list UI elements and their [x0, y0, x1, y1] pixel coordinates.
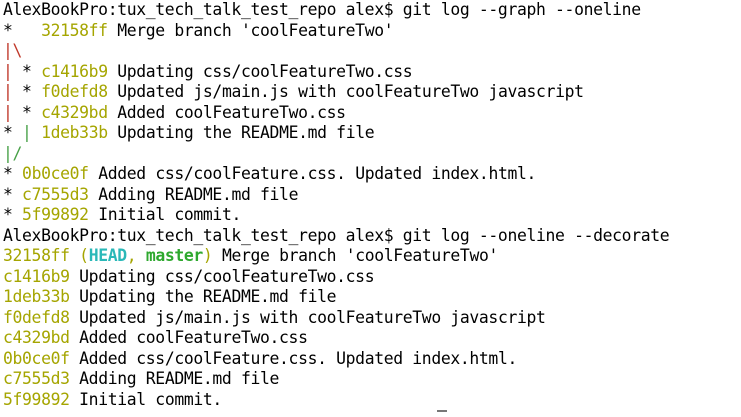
output-text: Updating the README.md file [107, 123, 375, 142]
commit-hash: 0b0ce0f [22, 164, 89, 183]
terminal-line: | * c4329bd Added coolFeatureTwo.css [3, 103, 669, 124]
terminal-line: 32158ff (HEAD, master) Merge branch 'coo… [3, 246, 669, 267]
output-text: Merge branch 'coolFeatureTwo' [212, 246, 498, 265]
terminal-line: * 5f99892 Initial commit. [3, 205, 669, 226]
terminal-line: c1416b9 Updating css/coolFeatureTwo.css [3, 267, 669, 288]
text-cursor [437, 410, 447, 412]
output-text: Added coolFeatureTwo.css [69, 328, 308, 347]
output-text: Adding README.md file [88, 184, 299, 204]
terminal-output: AlexBookPro:tux_tech_talk_test_repo alex… [3, 0, 670, 411]
output-text: Updating the README.md file [69, 287, 337, 306]
output-text: AlexBookPro:tux_tech_talk_test_repo alex… [3, 0, 641, 19]
head-ref-label: HEAD [88, 246, 127, 265]
commit-hash: c7555d3 [3, 369, 70, 388]
output-text: Updated js/main.js with coolFeatureTwo j… [69, 307, 546, 327]
terminal-line: AlexBookPro:tux_tech_talk_test_repo alex… [3, 0, 669, 21]
output-text: Updating css/coolFeatureTwo.css [69, 266, 375, 286]
terminal-line: AlexBookPro:tux_tech_talk_test_repo alex… [3, 225, 670, 247]
output-text: Merge branch 'coolFeatureTwo' [107, 20, 394, 40]
terminal-line: c7555d3 Adding README.md file [3, 369, 669, 390]
commit-hash: c4329bd [3, 328, 70, 347]
commit-hash: 5f99892 [3, 389, 70, 409]
commit-hash: 1deb33b [3, 287, 70, 306]
output-text: * [12, 102, 42, 122]
commit-hash: 5f99892 [22, 205, 89, 224]
output-text: Added css/coolFeature.css. Updated index… [69, 348, 517, 368]
commit-hash: c7555d3 [22, 184, 89, 204]
commit-hash: c4329bd [41, 102, 108, 122]
terminal-line: * c7555d3 Adding README.md file [3, 185, 669, 206]
terminal-line: * 0b0ce0f Added css/coolFeature.css. Upd… [3, 164, 669, 185]
commit-hash: f0defd8 [3, 307, 70, 327]
graph-branch-line: |\ [3, 41, 23, 60]
terminal-window[interactable]: AlexBookPro:tux_tech_talk_test_repo alex… [0, 0, 741, 417]
commit-hash: 32158ff [41, 20, 108, 40]
terminal-line: |\ [3, 41, 669, 62]
terminal-line: * | 1deb33b Updating the README.md file [3, 123, 669, 144]
terminal-line: f0defd8 Updated js/main.js with coolFeat… [3, 308, 669, 329]
commit-hash: 32158ff [3, 246, 70, 265]
graph-branch-line: | [22, 123, 32, 142]
commit-hash: , [126, 246, 146, 265]
output-text: * [3, 123, 23, 142]
output-text: Added css/coolFeature.css. Updated index… [88, 164, 537, 183]
graph-branch-line: |/ [3, 143, 23, 163]
terminal-line: 1deb33b Updating the README.md file [3, 287, 669, 308]
output-text: * [3, 184, 23, 204]
graph-branch-line: | [3, 82, 13, 101]
commit-hash: f0defd8 [41, 82, 108, 101]
terminal-line: | * c1416b9 Updating css/coolFeatureTwo.… [3, 62, 669, 83]
terminal-line: 5f99892 Initial commit. [3, 390, 669, 411]
output-text: Added coolFeatureTwo.css [107, 102, 346, 122]
terminal-line: |/ [3, 144, 669, 165]
output-text: AlexBookPro:tux_tech_talk_test_repo alex… [3, 225, 670, 245]
commit-hash: c1416b9 [41, 61, 108, 81]
output-text: Adding README.md file [69, 369, 280, 388]
commit-hash: c1416b9 [3, 266, 70, 286]
terminal-line: | * f0defd8 Updated js/main.js with cool… [3, 82, 669, 103]
output-text: * [3, 20, 42, 40]
terminal-line: * 32158ff Merge branch 'coolFeatureTwo' [3, 21, 669, 42]
commit-hash: 0b0ce0f [3, 348, 70, 368]
output-text: Updated js/main.js with coolFeatureTwo j… [107, 82, 584, 101]
output-text: * [12, 61, 42, 81]
output-text: * [3, 164, 23, 183]
commit-hash: 1deb33b [41, 123, 108, 142]
output-text: * [3, 205, 23, 224]
terminal-line: 0b0ce0f Added css/coolFeature.css. Updat… [3, 349, 669, 370]
output-text: * [12, 82, 42, 101]
commit-hash: ( [69, 246, 89, 265]
output-text: Initial commit. [88, 205, 241, 224]
output-text: Updating css/coolFeatureTwo.css [107, 61, 413, 81]
master-ref-label: master [145, 246, 203, 265]
terminal-line: c4329bd Added coolFeatureTwo.css [3, 328, 669, 349]
graph-branch-line: | [3, 102, 13, 122]
output-text: Initial commit. [69, 389, 222, 409]
graph-branch-line: | [3, 61, 13, 81]
